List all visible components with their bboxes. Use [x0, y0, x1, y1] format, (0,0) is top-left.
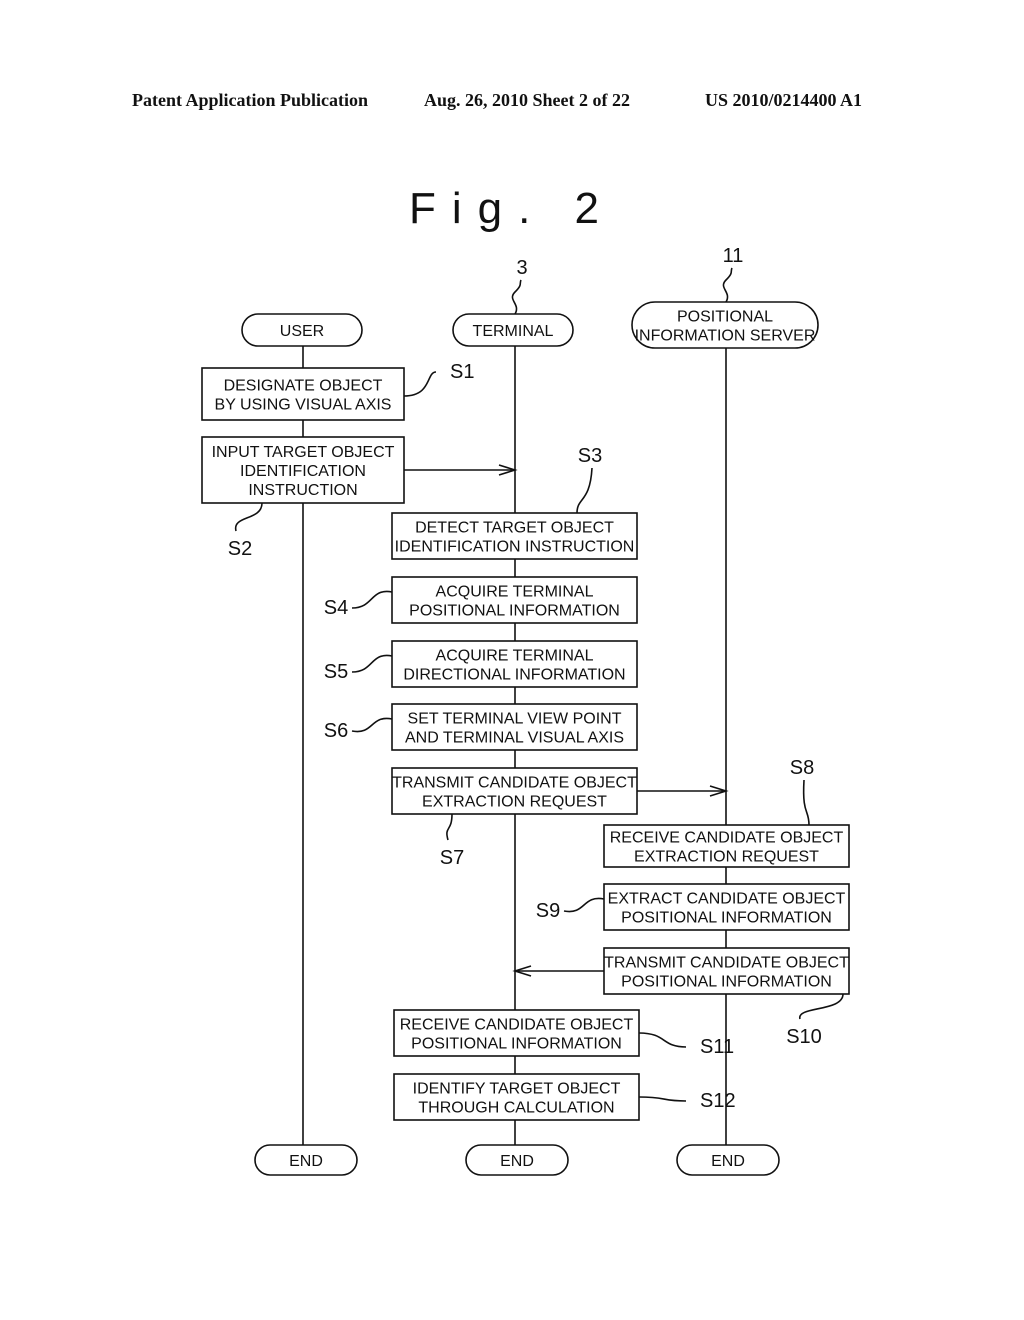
step-label-s6: S6 — [324, 720, 348, 742]
step-text: BY USING VISUAL AXIS — [215, 397, 392, 414]
step-box-s9: EXTRACT CANDIDATE OBJECT POSITIONAL INFOR… — [603, 883, 850, 931]
step-box-s7: TRANSMIT CANDIDATE OBJECT EXTRACTION REQU… — [391, 767, 638, 815]
end-label: END — [289, 1153, 323, 1170]
step-label-s2: S2 — [228, 538, 252, 560]
step-box-s8: RECEIVE CANDIDATE OBJECT EXTRACTION REQUE… — [603, 824, 850, 868]
step-box-s1: DESIGNATE OBJECT BY USING VISUAL AXIS — [201, 367, 405, 421]
lane-header-terminal: TERMINAL — [452, 313, 574, 347]
step-leader-s12 — [638, 1096, 687, 1102]
message-arrow-s7 — [637, 785, 729, 797]
step-leader-s9 — [563, 897, 605, 913]
step-label-s7: S7 — [440, 847, 464, 869]
step-text: IDENTIFICATION — [240, 463, 366, 480]
lane-header-user: USER — [241, 313, 363, 347]
reference-numeral-server: 11 — [723, 245, 744, 267]
step-label-s9: S9 — [536, 900, 560, 922]
step-box-s6: SET TERMINAL VIEW POINT AND TERMINAL VISU… — [391, 703, 638, 751]
step-box-s10: TRANSMIT CANDIDATE OBJECT POSITIONAL INFO… — [603, 947, 850, 995]
lane-header-label: TERMINAL — [473, 323, 554, 340]
step-leader-s6 — [351, 717, 393, 733]
step-label-s11: S11 — [700, 1036, 734, 1058]
end-label: END — [711, 1153, 745, 1170]
step-text: INPUT TARGET OBJECT — [212, 444, 395, 461]
step-leader-s1 — [403, 371, 437, 397]
step-box-s4: ACQUIRE TERMINAL POSITIONAL INFORMATION — [391, 576, 638, 624]
step-leader-s7 — [446, 813, 453, 841]
step-text: POSITIONAL INFORMATION — [621, 974, 832, 991]
step-text: DETECT TARGET OBJECT — [415, 520, 614, 537]
step-text: DESIGNATE OBJECT — [224, 378, 383, 395]
step-box-s12: IDENTIFY TARGET OBJECT THROUGH CALCULATIO… — [393, 1073, 640, 1121]
step-text: EXTRACTION REQUEST — [634, 849, 819, 866]
step-text: RECEIVE CANDIDATE OBJECT — [400, 1017, 634, 1034]
lane-header-label: INFORMATION SERVER — [635, 328, 816, 345]
step-text: EXTRACTION REQUEST — [422, 794, 607, 811]
end-terminator-server: END — [676, 1144, 780, 1176]
reference-numeral-terminal: 3 — [516, 257, 527, 279]
sequence-flowchart: USER END TERMINAL END 3 POSITIONAL INFORMATION… — [201, 245, 850, 1176]
step-text: POSITIONAL INFORMATION — [409, 603, 620, 620]
step-text: RECEIVE CANDIDATE OBJECT — [610, 830, 844, 847]
step-label-s8: S8 — [790, 757, 814, 779]
message-arrow-s2 — [404, 464, 518, 476]
reference-leader-terminal — [511, 279, 522, 315]
step-text: ACQUIRE TERMINAL — [436, 584, 594, 601]
step-label-s5: S5 — [324, 661, 348, 683]
end-label: END — [500, 1153, 534, 1170]
step-leader-s11 — [638, 1032, 687, 1048]
step-leader-s4 — [351, 590, 393, 609]
step-text: AND TERMINAL VISUAL AXIS — [405, 730, 624, 747]
reference-leader-server — [722, 267, 733, 303]
step-box-s2: INPUT TARGET OBJECT IDENTIFICATION INSTRUC… — [201, 436, 405, 504]
lane-header-server: POSITIONAL INFORMATION SERVER — [631, 301, 819, 349]
lane-header-label: POSITIONAL — [677, 309, 773, 326]
step-leader-s2 — [235, 502, 263, 532]
step-leader-s3 — [576, 467, 593, 514]
step-label-s4: S4 — [324, 597, 348, 619]
end-terminator-user: END — [254, 1144, 358, 1176]
step-text: TRANSMIT CANDIDATE OBJECT — [392, 775, 637, 792]
step-label-s1: S1 — [450, 361, 474, 383]
step-box-s5: ACQUIRE TERMINAL DIRECTIONAL INFORMATION — [391, 640, 638, 688]
step-leader-s8 — [802, 779, 810, 826]
step-label-s12: S12 — [700, 1090, 736, 1112]
step-text: TRANSMIT CANDIDATE OBJECT — [604, 955, 849, 972]
step-label-s3: S3 — [578, 445, 602, 467]
step-text: EXTRACT CANDIDATE OBJECT — [608, 891, 846, 908]
lane-header-label: USER — [280, 323, 324, 340]
step-text: POSITIONAL INFORMATION — [621, 910, 832, 927]
step-label-s10: S10 — [786, 1026, 822, 1048]
step-box-s11: RECEIVE CANDIDATE OBJECT POSITIONAL INFOR… — [393, 1009, 640, 1057]
step-text: IDENTIFY TARGET OBJECT — [413, 1081, 621, 1098]
step-leader-s5 — [351, 654, 393, 673]
step-leader-s10 — [799, 993, 844, 1020]
step-box-s3: DETECT TARGET OBJECT IDENTIFICATION INSTR… — [391, 512, 638, 560]
end-terminator-terminal: END — [465, 1144, 569, 1176]
step-text: IDENTIFICATION INSTRUCTION — [395, 539, 635, 556]
step-text: ACQUIRE TERMINAL — [436, 648, 594, 665]
step-text: THROUGH CALCULATION — [418, 1100, 614, 1117]
step-text: INSTRUCTION — [248, 482, 357, 499]
step-text: POSITIONAL INFORMATION — [411, 1036, 622, 1053]
step-text: DIRECTIONAL INFORMATION — [403, 667, 625, 684]
step-text: SET TERMINAL VIEW POINT — [408, 711, 622, 728]
message-arrow-s10 — [512, 965, 604, 977]
